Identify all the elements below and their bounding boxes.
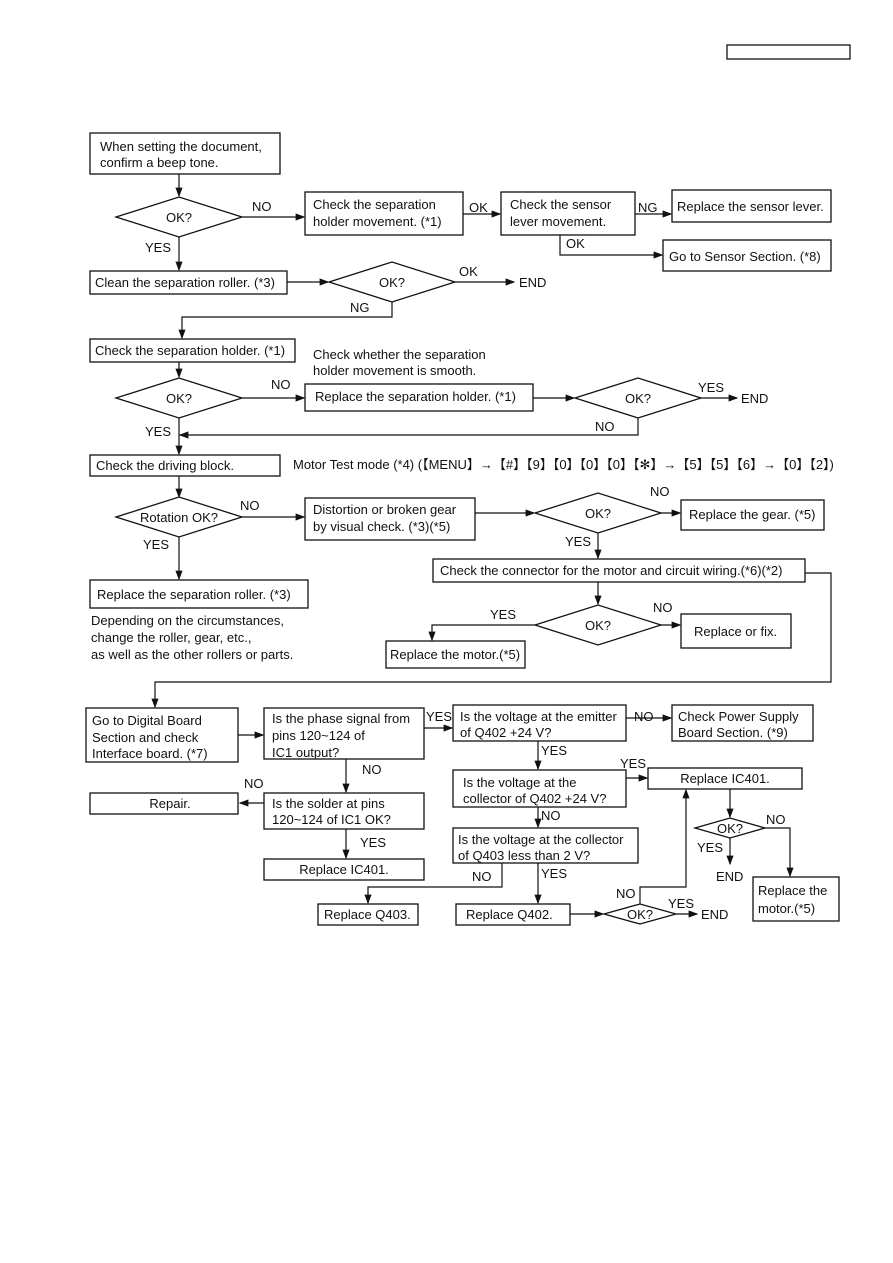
box-text: Go to Digital Board [92,713,202,728]
box-text: Replace the sensor lever. [677,199,824,214]
no-label: NO [766,812,786,827]
box-text: lever movement. [510,214,606,229]
yes-label: YES [620,756,646,771]
box-text: Interface board. (*7) [92,746,208,761]
ng-label: NG [350,300,370,315]
box-text: Replace the separation holder. (*1) [315,389,516,404]
box-text: holder movement. (*1) [313,214,442,229]
end-label: END [716,869,743,884]
decision-text: OK? [717,821,743,836]
yes-label: YES [426,709,452,724]
box-text: Is the voltage at the emitter [460,709,617,724]
ok-label: OK [459,264,478,279]
decision-text: OK? [166,210,192,225]
decision-text: Rotation OK? [140,510,218,525]
box-text: collector of Q402 +24 V? [463,791,606,806]
yes-label: YES [541,866,567,881]
decision-text: OK? [379,275,405,290]
box-text: Check the separation holder. (*1) [95,343,285,358]
end-label: END [701,907,728,922]
no-label: NO [541,808,561,823]
decision-text: OK? [585,506,611,521]
ok-label: OK [469,200,488,215]
yes-label: YES [145,424,171,439]
no-label: NO [244,776,264,791]
note-text: Check whether the separation [313,347,486,362]
no-label: NO [252,199,272,214]
yes-label: YES [143,537,169,552]
box-text: Is the voltage at the collector [458,832,624,847]
box-text: Replace the gear. (*5) [689,507,815,522]
box-text: of Q402 +24 V? [460,725,551,740]
start-text: confirm a beep tone. [100,155,219,170]
end-label: END [519,275,546,290]
box-text: Board Section. (*9) [678,725,788,740]
box-text: Replace Q402. [466,907,553,922]
header-box [726,44,851,60]
no-label: NO [362,762,382,777]
box-text: Check the connector for the motor and ci… [440,563,782,578]
box-text: Clean the separation roller. (*3) [95,275,275,290]
box-text: Replace the [758,883,827,898]
no-label: NO [650,484,670,499]
box-text: Distortion or broken gear [313,502,457,517]
no-label: NO [595,419,615,434]
box-text: Replace the motor.(*5) [390,647,520,662]
note-text: holder movement is smooth. [313,363,476,378]
ok-label: OK [566,236,585,251]
no-label: NO [271,377,291,392]
end-label: END [741,391,768,406]
box-text: Replace the separation roller. (*3) [97,587,291,602]
box-text: Is the phase signal from [272,711,410,726]
box-text: pins 120~124 of [272,728,365,743]
box-text: Replace Q403. [324,907,411,922]
box-text: Replace or fix. [694,624,777,639]
no-label: NO [472,869,492,884]
no-label: NO [616,886,636,901]
box-text: Repair. [149,796,190,811]
box-text: Replace IC401. [680,771,770,786]
yes-label: YES [360,835,386,850]
note-text: Depending on the circumstances, [91,613,284,628]
box-text: of Q403 less than 2 V? [458,848,590,863]
box-text: Is the voltage at the [463,775,576,790]
box-text: Check the sensor [510,197,612,212]
note-text: change the roller, gear, etc., [91,630,251,645]
yes-label: YES [541,743,567,758]
box-text: 120~124 of IC1 OK? [272,812,391,827]
decision-text: OK? [585,618,611,633]
box-text: Section and check [92,730,199,745]
yes-label: YES [698,380,724,395]
no-label: NO [634,709,654,724]
box-text: Check Power Supply [678,709,799,724]
ng-label: NG [638,200,658,215]
note-text: as well as the other rollers or parts. [91,647,293,662]
yes-label: YES [668,896,694,911]
yes-label: YES [565,534,591,549]
decision-text: OK? [625,391,651,406]
box-text: Check the separation [313,197,436,212]
decision-text: OK? [627,907,653,922]
start-text: When setting the document, [100,139,262,154]
no-label: NO [240,498,260,513]
box-text: Go to Sensor Section. (*8) [669,249,821,264]
yes-label: YES [490,607,516,622]
yes-label: YES [145,240,171,255]
no-label: NO [653,600,673,615]
box-text: by visual check. (*3)(*5) [313,519,450,534]
box-text: IC1 output? [272,745,339,760]
box-text: Check the driving block. [96,458,234,473]
motor-test-note: Motor Test mode (*4) (【MENU】→【#】【9】【0】【0… [293,457,834,472]
troubleshooting-flowchart: When setting the document, confirm a bee… [85,44,851,926]
yes-label: YES [697,840,723,855]
box-text: motor.(*5) [758,901,815,916]
decision-text: OK? [166,391,192,406]
box-text: Replace IC401. [299,862,389,877]
box-text: Is the solder at pins [272,796,385,811]
